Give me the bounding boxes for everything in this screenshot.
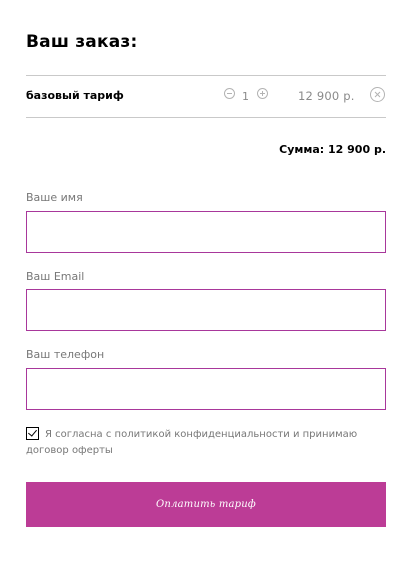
minus-circle-icon[interactable]	[224, 88, 235, 99]
phone-label: Ваш телефон	[26, 348, 105, 361]
item-quantity: 1	[242, 90, 249, 103]
email-label: Ваш Email	[26, 270, 85, 283]
item-name: базовый тариф	[26, 89, 124, 102]
name-label: Ваше имя	[26, 191, 83, 204]
agreement: Я согласна с политикой конфиденциальност…	[26, 427, 386, 459]
plus-circle-icon[interactable]	[257, 88, 268, 99]
order-item-row: базовый тариф 1 12 900 р.	[26, 76, 386, 117]
agreement-text: Я согласна с политикой конфиденциальност…	[26, 429, 358, 456]
email-field[interactable]	[26, 289, 386, 331]
order-title: Ваш заказ:	[26, 32, 138, 52]
divider-bottom	[26, 117, 386, 118]
close-circle-icon[interactable]	[370, 87, 385, 102]
item-price: 12 900 р.	[298, 89, 355, 103]
pay-button[interactable]: Оплатить тариф	[26, 482, 386, 527]
name-field[interactable]	[26, 211, 386, 253]
phone-field[interactable]	[26, 368, 386, 410]
agreement-checkbox[interactable]	[26, 427, 39, 440]
order-total: Сумма: 12 900 р.	[279, 143, 386, 156]
